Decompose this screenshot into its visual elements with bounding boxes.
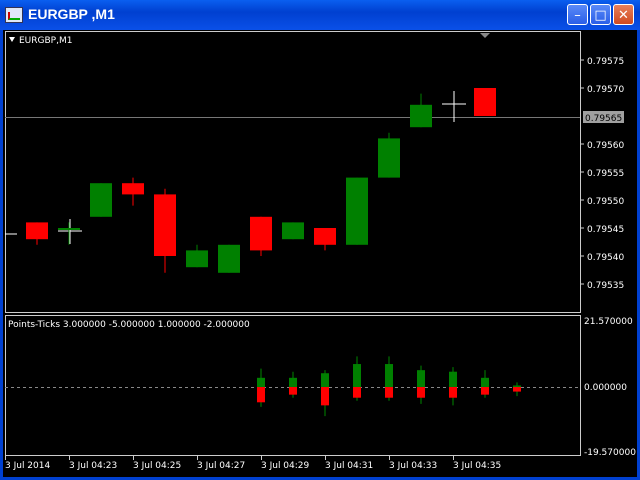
candle-body <box>218 244 240 273</box>
indicator-up-bar <box>513 385 521 387</box>
indicator-down-bar <box>481 387 489 395</box>
time-tick-label: 3 Jul 2014 <box>5 461 50 471</box>
time-axis: 3 Jul 2014 3 Jul 04:23 3 Jul 04:25 3 Jul 04… <box>5 456 501 471</box>
indicator-down-bar <box>353 387 361 398</box>
indicator-up-bar <box>449 371 457 387</box>
price-tick-label: 0.79555 <box>587 169 624 179</box>
chart-canvas[interactable]: EURGBP,M1 Points-Ticks 3.000000 -5.00000… <box>0 0 640 480</box>
time-tick-label: 3 Jul 04:27 <box>197 461 245 471</box>
price-tick-label: 0.79575 <box>587 57 624 67</box>
mt4-chart-window: EURGBP ,M1 – □ ✕ EURGBP,M1 Points-Ticks … <box>0 0 640 480</box>
price-panel-border <box>5 31 581 313</box>
current-price-text: 0.79565 <box>585 114 622 124</box>
price-tick-label: 0.79540 <box>587 253 624 263</box>
indicator-down-bar <box>449 387 457 398</box>
price-tick-label: 0.79545 <box>587 225 624 235</box>
indicator-up-bar <box>417 370 425 387</box>
candle-body <box>26 222 48 240</box>
indicator-top-value: 21.570000 <box>584 317 633 327</box>
indicator-down-bar <box>289 387 297 395</box>
indicator-down-bar <box>257 387 265 403</box>
indicator-bars <box>257 356 521 417</box>
chart-menu-triangle-icon[interactable] <box>9 37 15 42</box>
indicator-down-bar <box>385 387 393 398</box>
price-tick-label: 0.79560 <box>587 141 624 151</box>
time-tick-label: 3 Jul 04:35 <box>453 461 501 471</box>
candle-body <box>122 183 144 195</box>
indicator-down-bar <box>417 387 425 398</box>
chart-symbol-label: EURGBP,M1 <box>19 36 72 46</box>
time-tick-label: 3 Jul 04:33 <box>389 461 437 471</box>
chart-shift-marker-icon[interactable] <box>480 33 490 38</box>
price-tick-label: 0.79550 <box>587 197 624 207</box>
indicator-bottom-value: -19.570000 <box>584 448 636 458</box>
indicator-up-bar <box>321 373 329 387</box>
price-tick-label: 0.79570 <box>587 85 624 95</box>
indicator-label: Points-Ticks 3.000000 -5.000000 1.000000… <box>8 320 250 330</box>
price-tick-label: 0.79535 <box>587 281 624 291</box>
time-tick-label: 3 Jul 04:29 <box>261 461 310 471</box>
indicator-up-bar <box>257 377 265 387</box>
indicator-up-bar <box>289 377 297 387</box>
indicator-down-bar <box>513 387 521 392</box>
time-tick-label: 3 Jul 04:23 <box>69 461 117 471</box>
candle-body <box>410 104 432 128</box>
indicator-zero-value: 0.000000 <box>584 383 627 393</box>
candle-body <box>186 250 208 268</box>
indicator-up-bar <box>353 364 361 387</box>
candle-body <box>378 138 400 178</box>
time-tick-label: 3 Jul 04:25 <box>133 461 181 471</box>
candle-body <box>314 228 336 245</box>
price-candles <box>26 88 496 273</box>
candle-body <box>282 222 304 240</box>
indicator-up-bar <box>481 377 489 387</box>
time-tick-label: 3 Jul 04:31 <box>325 461 373 471</box>
candle-body <box>154 194 176 256</box>
indicator-down-bar <box>321 387 329 406</box>
candle-body <box>474 88 496 116</box>
indicator-up-bar <box>385 364 393 387</box>
candle-body <box>58 228 80 230</box>
candle-body <box>250 216 272 251</box>
candle-body <box>346 177 368 245</box>
candle-body <box>90 183 112 217</box>
price-axis: 0.79575 0.79570 0.79560 0.79555 0.79550 0.795… <box>580 57 624 291</box>
